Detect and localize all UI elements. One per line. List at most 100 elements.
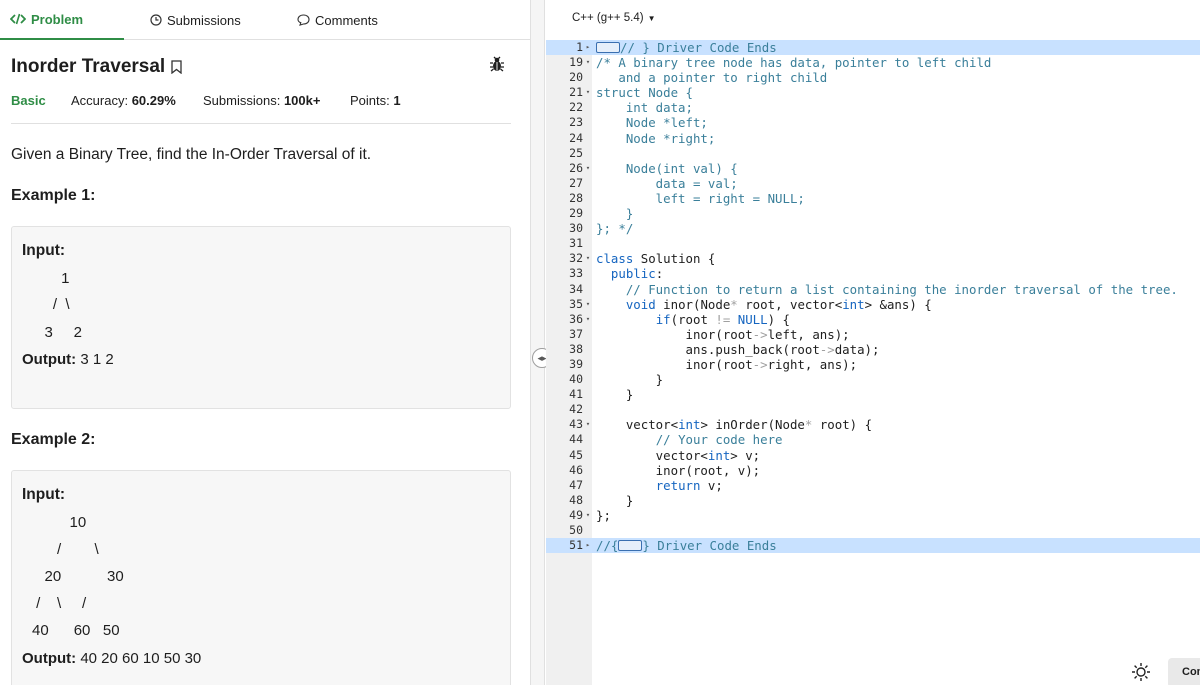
line-number: 39 xyxy=(569,356,583,371)
fold-toggle-icon[interactable]: ▸ xyxy=(584,40,592,55)
code-line[interactable]: 22 int data; xyxy=(546,100,1200,115)
code-editor[interactable]: 1 ▸// } Driver Code Ends 19 ▾/* A binary tr… xyxy=(546,40,1200,554)
clock-icon xyxy=(150,14,162,26)
divider xyxy=(11,123,511,124)
accuracy-label: Accuracy: xyxy=(71,93,129,108)
code-line[interactable]: 37 inor(root->left, ans); xyxy=(546,327,1200,342)
problem-title-text: Inorder Traversal xyxy=(11,56,166,77)
compile-run-button[interactable]: Con xyxy=(1168,658,1200,685)
bookmark-icon[interactable] xyxy=(171,60,182,74)
code-text: }; */ xyxy=(596,221,634,237)
code-text: Node *right; xyxy=(596,130,716,146)
fold-toggle-icon[interactable]: ▾ xyxy=(584,161,592,176)
code-line[interactable]: 21 ▾ struct Node { xyxy=(546,85,1200,100)
code-text: inor(root->right, ans); xyxy=(596,356,858,372)
fold-toggle-icon[interactable]: ▾ xyxy=(584,508,592,523)
code-line[interactable]: 28 left = right = NULL; xyxy=(546,191,1200,206)
tab-submissions[interactable]: Submissions xyxy=(150,0,241,40)
code-line[interactable]: 44 // Your code here xyxy=(546,432,1200,447)
code-line[interactable]: 1 ▸ // } Driver Code Ends xyxy=(546,40,1200,56)
code-line[interactable]: 50 xyxy=(546,523,1200,538)
code-line[interactable]: 24 Node *right; xyxy=(546,131,1200,146)
example-2-tree-line: 10 xyxy=(32,514,87,531)
difficulty-badge: Basic xyxy=(11,93,46,108)
line-number: 21 xyxy=(569,85,583,100)
line-number: 27 xyxy=(569,175,583,190)
code-line[interactable]: 31 xyxy=(546,236,1200,251)
panel-splitter[interactable] xyxy=(530,0,545,685)
code-line[interactable]: 30 }; */ xyxy=(546,221,1200,236)
code-line[interactable]: 42 xyxy=(546,402,1200,417)
code-line[interactable]: 46 inor(root, v); xyxy=(546,463,1200,478)
code-line[interactable]: 39 inor(root->right, ans); xyxy=(546,357,1200,372)
code-text: data = val; xyxy=(596,175,738,191)
submissions-value: 100k+ xyxy=(283,93,321,108)
line-number: 51 xyxy=(569,538,583,553)
fold-toggle-icon[interactable]: ▾ xyxy=(584,312,592,327)
code-line[interactable]: 43 ▾ vector<int> inOrder(Node* root) { xyxy=(546,417,1200,432)
code-line[interactable]: 25 xyxy=(546,146,1200,161)
line-number: 43 xyxy=(569,417,583,432)
line-number: 40 xyxy=(569,372,583,387)
code-line[interactable]: 19 ▾ /* A binary tree node has data, point… xyxy=(546,55,1200,70)
example-1-box: Input: 1 / \ 3 2 Output: 3 1 2 xyxy=(11,226,511,409)
code-line[interactable]: 23 Node *left; xyxy=(546,115,1200,130)
code-line[interactable]: 41 } xyxy=(546,387,1200,402)
code-line[interactable]: 45 vector<int> v; xyxy=(546,448,1200,463)
example-1-tree-line: / \ xyxy=(32,296,70,313)
code-line[interactable]: 34 // Function to return a list containi… xyxy=(546,282,1200,297)
line-number: 42 xyxy=(569,402,583,417)
example-1-output-value: 3 1 2 xyxy=(80,351,114,368)
report-bug-icon[interactable] xyxy=(488,55,506,78)
chevron-down-icon: ▼ xyxy=(647,13,656,23)
tab-comments[interactable]: Comments xyxy=(297,0,378,40)
code-line[interactable]: 51 ▸ //{} Driver Code Ends xyxy=(546,538,1200,554)
sun-settings-icon[interactable] xyxy=(1131,662,1151,685)
line-number: 28 xyxy=(569,190,583,205)
line-number: 23 xyxy=(569,115,583,130)
code-text: }; xyxy=(596,507,611,523)
code-text: inor(root->left, ans); xyxy=(596,326,850,342)
code-text: void inor(Node* root, vector<int> &ans) … xyxy=(625,296,932,312)
example-2-box: Input: 10 / \ 20 30 / \ / 40 60 50 Outpu… xyxy=(11,470,511,685)
code-line[interactable]: 40 } xyxy=(546,372,1200,387)
code-line[interactable]: 33 public: xyxy=(546,266,1200,281)
line-number: 29 xyxy=(569,206,583,221)
fold-toggle-icon[interactable]: ▾ xyxy=(584,55,592,70)
code-line[interactable]: 27 data = val; xyxy=(546,176,1200,191)
code-text: // Function to return a list containing … xyxy=(625,281,1178,297)
line-number: 44 xyxy=(569,432,583,447)
code-text: and a pointer to right child xyxy=(596,70,828,86)
code-line[interactable]: 29 } xyxy=(546,206,1200,221)
code-line[interactable]: 35 ▾ void inor(Node* root, vector<int> &a… xyxy=(546,297,1200,312)
editor-panel: C++ (g++ 5.4) ▼ 1 ▸// } Driver Code Ends 1… xyxy=(546,0,1200,685)
fold-toggle-icon[interactable]: ▾ xyxy=(584,417,592,432)
line-number: 22 xyxy=(569,100,583,115)
code-line[interactable]: 49 ▾}; xyxy=(546,508,1200,523)
code-line[interactable]: 36 ▾ if(root != NULL) { xyxy=(546,312,1200,327)
code-text: public: xyxy=(610,266,664,282)
example-2-tree-line: / \ / xyxy=(32,595,87,612)
code-line[interactable]: 48 } xyxy=(546,493,1200,508)
points-label: Points: xyxy=(350,93,390,108)
code-line[interactable]: 26 ▾ Node(int val) { xyxy=(546,161,1200,176)
code-line[interactable]: 32 ▾ class Solution { xyxy=(546,251,1200,266)
fold-toggle-icon[interactable]: ▾ xyxy=(584,85,592,100)
line-number: 30 xyxy=(569,221,583,236)
code-line[interactable]: 47 return v; xyxy=(546,478,1200,493)
fold-toggle-icon[interactable]: ▾ xyxy=(584,251,592,266)
example-2-heading: Example 2: xyxy=(11,431,96,448)
code-line[interactable]: 20 and a pointer to right child xyxy=(546,70,1200,85)
fold-toggle-icon[interactable]: ▸ xyxy=(584,538,592,553)
example-1-output: Output: 3 1 2 xyxy=(22,351,114,368)
accuracy-stat: Accuracy: 60.29% xyxy=(71,93,176,108)
example-2-output: Output: 40 20 60 10 50 30 xyxy=(22,650,201,667)
code-line[interactable]: 38 ans.push_back(root->data); xyxy=(546,342,1200,357)
tab-problem[interactable]: Problem xyxy=(0,0,124,40)
language-select[interactable]: C++ (g++ 5.4) ▼ xyxy=(572,12,656,24)
code-text: } xyxy=(596,206,634,222)
code-text: int data; xyxy=(596,100,693,116)
fold-toggle-icon[interactable]: ▾ xyxy=(584,297,592,312)
example-1-input-label: Input: xyxy=(22,242,66,259)
code-text: //{} Driver Code Ends xyxy=(596,538,777,554)
